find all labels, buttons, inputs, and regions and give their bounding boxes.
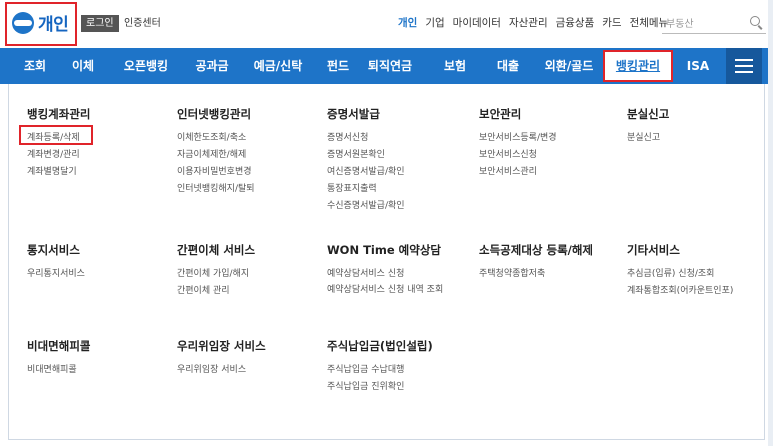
top-nav-personal[interactable]: 개인 [398, 15, 417, 32]
section-title: 뱅킹계좌관리 [27, 107, 91, 121]
section-title: 보안관리 [479, 107, 522, 121]
section-title: 인터넷뱅킹관리 [177, 107, 252, 121]
section-title: 기타서비스 [627, 243, 680, 257]
menu-item[interactable]: 우리통지서비스 [27, 266, 85, 283]
cert-center-link[interactable]: 인증센터 [124, 15, 161, 32]
gnb-forex[interactable]: 외환/골드 [536, 48, 602, 84]
section-certificate: 증명서발급 증명서신청 증명서원본확인 여신증명서발급/확인 통장표지출력 수신… [327, 106, 405, 215]
menu-item[interactable]: 보안서비스신청 [479, 147, 557, 164]
scrollbar-track[interactable] [768, 0, 773, 446]
gnb-transfer[interactable]: 이체 [62, 48, 104, 84]
section-loss-report: 분실신고 분실신고 [627, 106, 669, 147]
menu-item[interactable]: 통장표지출력 [327, 181, 405, 198]
menu-item[interactable]: 증명서신청 [327, 130, 405, 147]
section-security: 보안관리 보안서비스등록/변경 보안서비스신청 보안서비스관리 [479, 106, 557, 181]
gnb-inquiry[interactable]: 조회 [14, 48, 56, 84]
gnb-pension[interactable]: 퇴직연금 [358, 48, 422, 84]
section-won-time: WON Time 예약상담 예약상담서비스 신청 예약상담서비스 신청 내역 조… [327, 242, 457, 298]
section-happy-call: 비대면해피콜 비대면해피콜 [27, 338, 90, 379]
gnb-openbanking[interactable]: 오픈뱅킹 [112, 48, 180, 84]
top-nav-card[interactable]: 카드 [602, 15, 621, 32]
account-register-highlight-box [19, 125, 93, 145]
top-nav-mydata[interactable]: 마이데이터 [453, 15, 501, 32]
section-title: 우리위임장 서비스 [177, 339, 266, 353]
gnb-isa[interactable]: ISA [680, 48, 716, 84]
mega-menu: 뱅킹계좌관리 계좌등록/삭제 계좌변경/관리 계좌별명달기 인터넷뱅킹관리 이체… [8, 84, 765, 440]
menu-item[interactable]: 우리위임장 서비스 [177, 362, 266, 379]
menu-item[interactable]: 추심금(입류) 신청/조회 [627, 266, 733, 283]
menu-item[interactable]: 분실신고 [627, 130, 669, 147]
top-header: 개인 로그인 인증센터 개인 기업 마이데이터 자산관리 금융상품 카드 전체메… [0, 0, 773, 48]
section-easy-transfer: 간편이체 서비스 간편이체 가입/해지 간편이체 관리 [177, 242, 255, 300]
menu-item[interactable]: 예약상담서비스 신청 내역 조회 [327, 283, 457, 298]
gnb-loan[interactable]: 대출 [488, 48, 528, 84]
section-internet-banking: 인터넷뱅킹관리 이체한도조회/축소 자금이체제한/해제 이용자비밀번호변경 인터… [177, 106, 255, 198]
search-box [662, 12, 766, 35]
menu-item[interactable]: 주식납입금 진위확인 [327, 379, 433, 396]
menu-item[interactable]: 계좌통합조회(어카운트인포) [627, 283, 733, 300]
section-other-services: 기타서비스 추심금(입류) 신청/조회 계좌통합조회(어카운트인포) [627, 242, 733, 300]
search-input[interactable] [662, 14, 742, 35]
menu-item[interactable]: 증명서원본확인 [327, 147, 405, 164]
gnb-utility[interactable]: 공과금 [186, 48, 238, 84]
top-nav-asset[interactable]: 자산관리 [509, 15, 548, 32]
woori-logo-icon [12, 11, 34, 34]
section-title: 주식납입금(법인설립) [327, 339, 433, 353]
menu-item[interactable]: 보안서비스등록/변경 [479, 130, 557, 147]
top-nav-corporate[interactable]: 기업 [425, 15, 444, 32]
logo-text: 개인 [38, 15, 69, 35]
menu-item[interactable]: 이체한도조회/축소 [177, 130, 255, 147]
section-power-of-attorney: 우리위임장 서비스 우리위임장 서비스 [177, 338, 266, 379]
logo[interactable]: 개인 [12, 10, 69, 35]
section-title: 소득공제대상 등록/해제 [479, 243, 594, 257]
section-title: 증명서발급 [327, 107, 380, 121]
menu-item[interactable]: 이용자비밀번호변경 [177, 164, 255, 181]
gnb-insurance[interactable]: 보험 [435, 48, 475, 84]
top-nav-products[interactable]: 금융상품 [556, 15, 595, 32]
menu-item[interactable]: 간편이체 관리 [177, 283, 255, 300]
menu-item[interactable]: 여신증명서발급/확인 [327, 164, 405, 181]
section-stock-payment: 주식납입금(법인설립) 주식납입금 수납대행 주식납입금 진위확인 [327, 338, 433, 396]
top-nav: 개인 기업 마이데이터 자산관리 금융상품 카드 전체메뉴 [398, 15, 668, 32]
menu-item-account-change[interactable]: 계좌변경/관리 [27, 147, 90, 164]
section-title: 간편이체 서비스 [177, 243, 256, 257]
gnb-fund[interactable]: 펀드 [320, 48, 356, 84]
menu-item[interactable]: 인터넷뱅킹해지/탈퇴 [177, 181, 255, 198]
menu-item[interactable]: 주식납입금 수납대행 [327, 362, 433, 379]
menu-item[interactable]: 수신증명서발급/확인 [327, 198, 405, 215]
menu-item[interactable]: 주택청약종합저축 [479, 266, 593, 283]
section-title: 분실신고 [627, 107, 670, 121]
menu-item[interactable]: 예약상담서비스 신청 [327, 266, 457, 283]
section-title: 비대면해피콜 [27, 339, 91, 353]
hamburger-menu-icon[interactable] [726, 48, 762, 84]
gnb-deposit[interactable]: 예금/신탁 [243, 48, 313, 84]
section-title: 통지서비스 [27, 243, 80, 257]
search-icon[interactable] [750, 16, 760, 26]
menu-item[interactable]: 비대면해피콜 [27, 362, 90, 379]
section-tax-deduction: 소득공제대상 등록/해제 주택청약종합저축 [479, 242, 593, 283]
section-notification: 통지서비스 우리통지서비스 [27, 242, 85, 283]
gnb-banking-mgmt[interactable]: 뱅킹관리 [605, 48, 671, 84]
main-nav: 조회 이체 오픈뱅킹 공과금 예금/신탁 펀드 퇴직연금 보험 대출 외환/골드… [0, 48, 773, 84]
menu-item[interactable]: 자금이체제한/해제 [177, 147, 255, 164]
section-title: WON Time 예약상담 [327, 243, 441, 257]
menu-item[interactable]: 보안서비스관리 [479, 164, 557, 181]
login-button[interactable]: 로그인 [81, 15, 119, 32]
menu-item-account-alias[interactable]: 계좌별명달기 [27, 164, 90, 181]
menu-item[interactable]: 간편이체 가입/해지 [177, 266, 255, 283]
